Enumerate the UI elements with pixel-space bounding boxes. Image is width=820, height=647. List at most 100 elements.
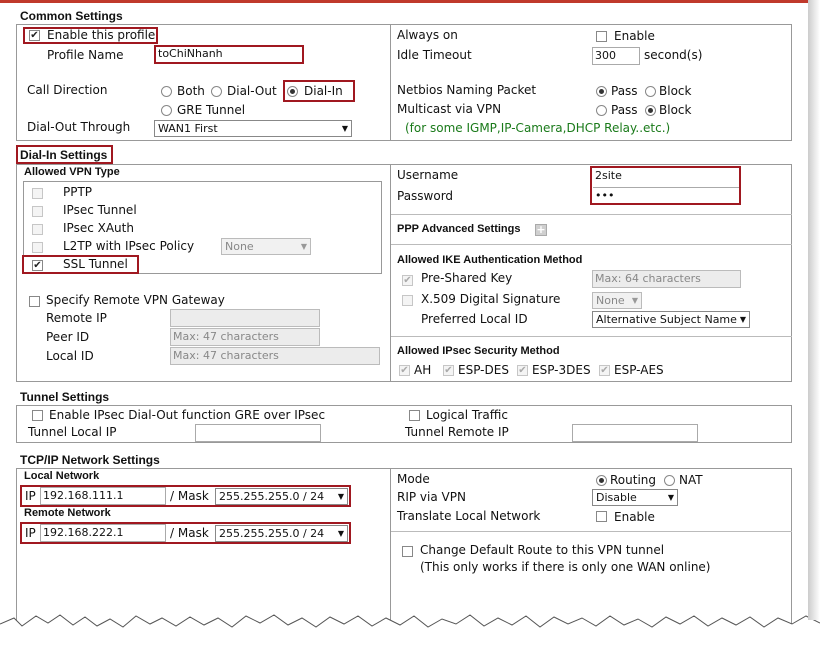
esp-des-checkbox[interactable]: ✔	[443, 365, 454, 376]
l2tp-policy-select[interactable]: None ▼	[221, 238, 311, 255]
remote-ip-input[interactable]	[170, 309, 320, 327]
call-direction-gre-label: GRE Tunnel	[177, 103, 246, 117]
peer-id-input[interactable]: Max: 47 characters	[170, 328, 320, 346]
highlight-profile-name	[154, 45, 304, 64]
mode-routing-label: Routing	[610, 473, 657, 487]
dialout-through-select[interactable]: WAN1 First ▼	[154, 120, 352, 137]
local-id-input[interactable]: Max: 47 characters	[170, 347, 380, 365]
specify-gateway-checkbox[interactable]	[29, 296, 40, 307]
remote-network-title: Remote Network	[24, 507, 111, 519]
netbios-block-radio[interactable]	[645, 86, 656, 97]
specify-gateway-label: Specify Remote VPN Gateway	[46, 293, 225, 307]
logical-traffic-label: Logical Traffic	[426, 408, 508, 422]
multicast-label: Multicast via VPN	[397, 102, 502, 116]
always-on-checkbox[interactable]	[596, 31, 607, 42]
pptp-checkbox[interactable]	[32, 188, 43, 199]
multicast-pass-radio[interactable]	[596, 105, 607, 116]
netbios-pass-label: Pass	[611, 84, 638, 98]
netbios-block-label: Block	[659, 84, 692, 98]
esp-aes-label: ESP-AES	[614, 363, 664, 377]
tunnel-local-ip-input[interactable]	[195, 424, 321, 442]
call-direction-dialout-label: Dial-Out	[227, 84, 277, 98]
pref-local-id-label: Preferred Local ID	[421, 312, 528, 326]
x509-value: None	[596, 294, 625, 307]
password-label: Password	[397, 189, 454, 203]
ppp-advanced-label[interactable]: PPP Advanced Settings	[397, 223, 520, 235]
highlight-ssl-tunnel	[22, 255, 139, 274]
x509-label: X.509 Digital Signature	[421, 292, 561, 306]
gre-over-ipsec-checkbox[interactable]	[32, 410, 43, 421]
multicast-block-radio[interactable]	[645, 105, 656, 116]
torn-edge-decoration	[0, 614, 820, 647]
chevron-down-icon: ▼	[739, 315, 746, 324]
default-route-note: (This only works if there is only one WA…	[420, 560, 711, 574]
page-shadow-edge	[808, 0, 820, 620]
pptp-label: PPTP	[63, 185, 93, 199]
divider-ike	[391, 336, 792, 337]
ah-checkbox[interactable]: ✔	[399, 365, 410, 376]
username-label: Username	[397, 168, 459, 182]
divider-tcpip	[391, 531, 792, 532]
ipsec-xauth-label: IPsec XAuth	[63, 221, 134, 235]
local-network-title: Local Network	[24, 470, 100, 482]
translate-label: Translate Local Network	[397, 509, 541, 523]
rip-select[interactable]: Disable ▼	[592, 489, 678, 506]
psk-checkbox[interactable]: ✔	[402, 275, 413, 286]
idle-timeout-input[interactable]: 300	[592, 47, 640, 65]
l2tp-policy-value: None	[225, 240, 254, 253]
ipsec-xauth-checkbox[interactable]	[32, 224, 43, 235]
l2tp-label: L2TP with IPsec Policy	[63, 239, 195, 253]
common-divider	[390, 24, 391, 141]
call-direction-both-label: Both	[177, 84, 205, 98]
call-direction-gre-radio[interactable]	[161, 105, 172, 116]
highlight-dialin-title	[16, 145, 113, 164]
tunnel-remote-ip-label: Tunnel Remote IP	[405, 425, 509, 439]
highlight-dialin	[283, 80, 355, 102]
call-direction-dialout-radio[interactable]	[211, 86, 222, 97]
multicast-note: (for some IGMP,IP-Camera,DHCP Relay..etc…	[405, 121, 671, 135]
always-on-enable-label: Enable	[614, 29, 655, 43]
mode-nat-label: NAT	[679, 473, 703, 487]
default-route-label: Change Default Route to this VPN tunnel	[420, 543, 665, 557]
netbios-pass-radio[interactable]	[596, 86, 607, 97]
psk-input[interactable]: Max: 64 characters	[592, 270, 741, 288]
gre-over-ipsec-label: Enable IPsec Dial-Out function GRE over …	[49, 408, 326, 422]
pref-local-id-select[interactable]: Alternative Subject Name ▼	[592, 311, 750, 328]
logical-traffic-checkbox[interactable]	[409, 410, 420, 421]
dialout-through-label: Dial-Out Through	[27, 120, 131, 134]
default-route-checkbox[interactable]	[402, 546, 413, 557]
common-settings-title: Common Settings	[20, 9, 123, 23]
ipsec-tunnel-label: IPsec Tunnel	[63, 203, 137, 217]
expand-plus-icon[interactable]: +	[535, 224, 547, 236]
allowed-vpn-title: Allowed VPN Type	[24, 166, 120, 178]
always-on-label: Always on	[397, 28, 458, 42]
call-direction-label: Call Direction	[27, 83, 108, 97]
netbios-label: Netbios Naming Packet	[397, 83, 537, 97]
multicast-block-label: Block	[659, 103, 692, 117]
profile-name-label: Profile Name	[47, 48, 124, 62]
esp-aes-checkbox[interactable]: ✔	[599, 365, 610, 376]
chevron-down-icon: ▼	[300, 242, 307, 251]
top-accent-bar	[0, 0, 808, 3]
psk-label: Pre-Shared Key	[421, 271, 513, 285]
rip-value: Disable	[596, 491, 637, 504]
translate-enable-label: Enable	[614, 510, 655, 524]
ike-title: Allowed IKE Authentication Method	[397, 254, 583, 266]
esp-3des-checkbox[interactable]: ✔	[517, 365, 528, 376]
chevron-down-icon: ▼	[631, 296, 638, 305]
mode-nat-radio[interactable]	[664, 475, 675, 486]
pref-local-id-value: Alternative Subject Name	[596, 313, 737, 326]
ipsec-tunnel-checkbox[interactable]	[32, 206, 43, 217]
divider-ppp	[391, 244, 792, 245]
dialout-through-value: WAN1 First	[158, 122, 218, 135]
remote-ip-label: Remote IP	[46, 311, 107, 325]
mode-routing-radio[interactable]	[596, 475, 607, 486]
translate-checkbox[interactable]	[596, 511, 607, 522]
x509-checkbox[interactable]	[402, 295, 413, 306]
call-direction-both-radio[interactable]	[161, 86, 172, 97]
x509-select[interactable]: None ▼	[592, 292, 642, 309]
tunnel-local-ip-label: Tunnel Local IP	[28, 425, 117, 439]
chevron-down-icon: ▼	[667, 493, 674, 502]
tunnel-remote-ip-input[interactable]	[572, 424, 698, 442]
l2tp-checkbox[interactable]	[32, 242, 43, 253]
